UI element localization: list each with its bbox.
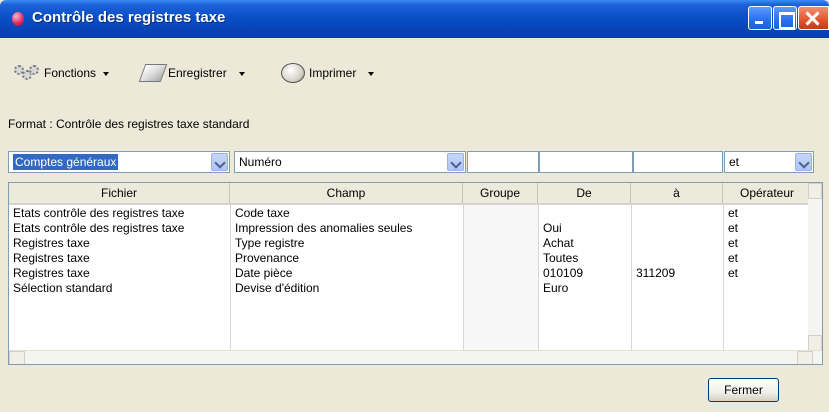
enregistrer-label: Enregistrer: [168, 66, 227, 80]
cell-operateur[interactable]: et: [724, 235, 812, 251]
chevron-down-icon[interactable]: [795, 153, 812, 171]
fonctions-menu[interactable]: Fonctions: [14, 60, 110, 86]
scroll-right-button[interactable]: [797, 351, 813, 364]
printer-icon: [281, 63, 305, 83]
cell-operateur[interactable]: et: [724, 250, 812, 266]
chevron-down-icon[interactable]: [211, 153, 228, 171]
column-header-groupe[interactable]: Groupe: [463, 183, 538, 203]
value-input-1[interactable]: [467, 151, 539, 173]
column-header-champ[interactable]: Champ: [230, 183, 463, 203]
table-row[interactable]: Registres taxe Date pièce 010109 311209 et: [9, 265, 812, 281]
table-row[interactable]: Registres taxe Provenance Toutes et: [9, 250, 812, 266]
operator-select[interactable]: et: [724, 151, 814, 173]
grid-header: Fichier Champ Groupe De à Opérateur: [9, 183, 812, 205]
column-header-a[interactable]: à: [631, 183, 723, 203]
table-row[interactable]: Etats contrôle des registres taxe Code ta…: [9, 205, 812, 221]
cell-groupe[interactable]: [464, 220, 539, 236]
cell-champ[interactable]: Devise d'édition: [231, 280, 464, 296]
minimize-button[interactable]: [748, 6, 772, 30]
cell-fichier[interactable]: Sélection standard: [9, 280, 231, 296]
close-button[interactable]: [798, 6, 829, 30]
table-row[interactable]: Registres taxe Type registre Achat et: [9, 235, 812, 251]
cell-fichier[interactable]: Registres taxe: [9, 235, 231, 251]
cell-a[interactable]: [632, 250, 724, 266]
fermer-button[interactable]: Fermer: [708, 378, 779, 402]
filter-row: Comptes généraux Numéro et: [8, 151, 816, 173]
horizontal-scrollbar[interactable]: [9, 350, 822, 364]
chevron-down-icon: [238, 71, 245, 76]
cell-operateur[interactable]: et: [724, 265, 812, 281]
cell-fichier[interactable]: Registres taxe: [9, 265, 231, 281]
toolbar: Fonctions Enregistrer Imprimer: [0, 38, 829, 104]
cell-operateur[interactable]: [724, 280, 812, 296]
criteria-grid[interactable]: Fichier Champ Groupe De à Opérateur Etat…: [8, 182, 823, 365]
window-title: Contrôle des registres taxe: [32, 9, 226, 26]
cell-groupe[interactable]: [464, 250, 539, 266]
cell-de[interactable]: Oui: [539, 220, 632, 236]
cell-champ[interactable]: Provenance: [231, 250, 464, 266]
cell-operateur[interactable]: et: [724, 220, 812, 236]
chevron-down-icon[interactable]: [447, 153, 464, 171]
table-row[interactable]: Sélection standard Devise d'édition Euro: [9, 280, 812, 296]
value-input-3[interactable]: [633, 151, 723, 173]
cell-de[interactable]: Achat: [539, 235, 632, 251]
cell-champ[interactable]: Type registre: [231, 235, 464, 251]
app-icon: [12, 12, 24, 26]
enregistrer-menu[interactable]: Enregistrer: [138, 60, 245, 86]
scroll-left-button[interactable]: [9, 351, 25, 364]
scroll-down-button[interactable]: [808, 335, 822, 351]
chevron-down-icon: [368, 71, 375, 76]
column-header-de[interactable]: De: [538, 183, 631, 203]
column-header-operateur[interactable]: Opérateur: [723, 183, 812, 203]
table-row[interactable]: Etats contrôle des registres taxe Impress…: [9, 220, 812, 236]
gears-icon: [14, 62, 40, 84]
cell-de[interactable]: Euro: [539, 280, 632, 296]
cell-fichier[interactable]: Registres taxe: [9, 250, 231, 266]
imprimer-label: Imprimer: [309, 66, 357, 80]
sort-field-select[interactable]: Numéro: [234, 151, 466, 173]
cell-a[interactable]: [632, 280, 724, 296]
cell-groupe[interactable]: [464, 265, 539, 281]
fonctions-label: Fonctions: [44, 66, 97, 80]
value-input-2[interactable]: [539, 151, 633, 173]
cell-operateur[interactable]: et: [724, 205, 812, 221]
cell-champ[interactable]: Date pièce: [231, 265, 464, 281]
cell-a[interactable]: [632, 220, 724, 236]
cell-champ[interactable]: Impression des anomalies seules: [231, 220, 464, 236]
cell-groupe[interactable]: [464, 235, 539, 251]
cell-a[interactable]: 311209: [632, 265, 724, 281]
cell-a[interactable]: [632, 205, 724, 221]
title-bar[interactable]: Contrôle des registres taxe: [0, 0, 829, 38]
cell-champ[interactable]: Code taxe: [231, 205, 464, 221]
imprimer-menu[interactable]: Imprimer: [281, 60, 375, 86]
account-type-select[interactable]: Comptes généraux: [8, 151, 230, 173]
vertical-scrollbar[interactable]: [808, 183, 822, 351]
chevron-down-icon: [103, 71, 110, 76]
cell-de[interactable]: [539, 205, 632, 221]
cell-fichier[interactable]: Etats contrôle des registres taxe: [9, 205, 231, 221]
format-label: Format : Contrôle des registres taxe sta…: [8, 117, 250, 131]
maximize-button[interactable]: [773, 6, 797, 30]
cell-de[interactable]: Toutes: [539, 250, 632, 266]
cell-fichier[interactable]: Etats contrôle des registres taxe: [9, 220, 231, 236]
cell-groupe[interactable]: [464, 205, 539, 221]
cell-de[interactable]: 010109: [539, 265, 632, 281]
cell-groupe[interactable]: [464, 280, 539, 296]
cell-a[interactable]: [632, 235, 724, 251]
save-icon: [138, 64, 168, 82]
scroll-up-button[interactable]: [808, 183, 822, 199]
column-header-fichier[interactable]: Fichier: [9, 183, 230, 203]
